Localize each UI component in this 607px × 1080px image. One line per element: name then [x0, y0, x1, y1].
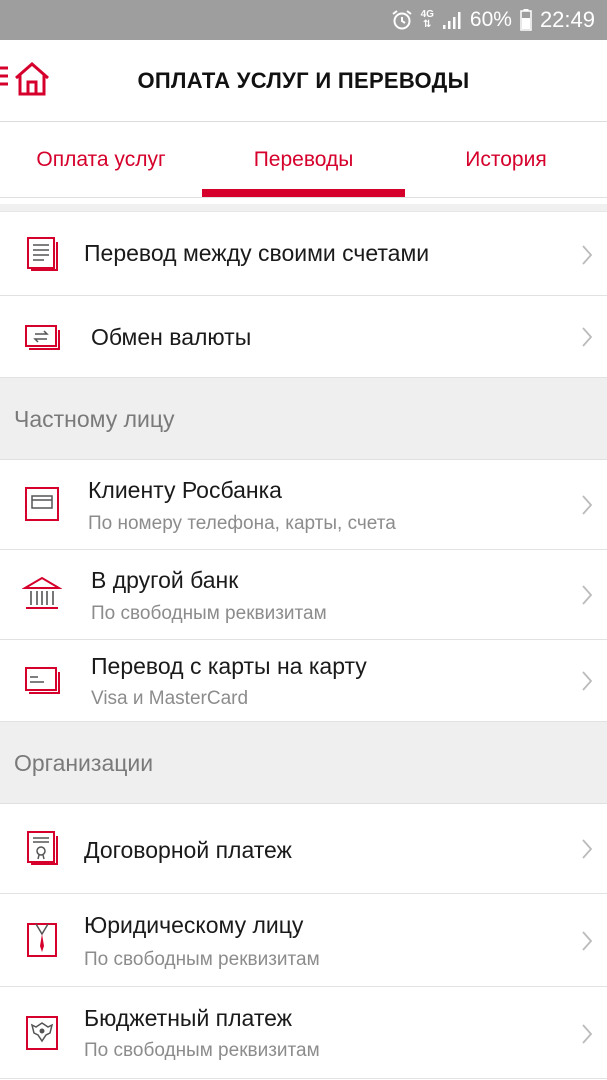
network-indicator: 4G ⇅ — [420, 9, 434, 30]
chevron-right-icon — [582, 245, 593, 265]
chevron-right-icon — [582, 495, 593, 515]
bank-icon — [22, 576, 62, 609]
item-subtitle: Visa и MasterCard — [91, 688, 249, 709]
status-bar: 4G ⇅ 60% 22:49 — [0, 0, 607, 40]
chevron-right-icon — [582, 585, 593, 605]
clock: 22:49 — [539, 7, 595, 32]
section-title: Частному лицу — [14, 406, 175, 432]
list-item-card-to-card[interactable]: Перевод с карты на карту Visa и MasterCa… — [0, 640, 607, 722]
item-title: Клиенту Росбанка — [88, 477, 282, 503]
item-title: Перевод с карты на карту — [91, 653, 367, 679]
document-icon — [27, 237, 58, 271]
item-title: Перевод между своими счетами — [84, 240, 430, 266]
item-title: В другой банк — [91, 567, 239, 593]
item-subtitle: По номеру телефона, карты, счета — [88, 513, 396, 534]
card-icon — [25, 667, 60, 694]
tab-selected-indicator — [202, 189, 405, 197]
item-subtitle: По свободным реквизитам — [84, 949, 320, 970]
chevron-right-icon — [582, 931, 593, 951]
chevron-right-icon — [582, 1024, 593, 1044]
list-item-contract-payment[interactable]: Договорной платеж — [0, 804, 607, 894]
contract-icon — [27, 831, 58, 865]
alarm-icon — [391, 10, 412, 30]
app-bar: ОПЛАТА УСЛУГ И ПЕРЕВОДЫ — [0, 40, 607, 122]
tab-bar: Оплата услуг Переводы История — [0, 122, 607, 198]
list-item-rosbank-client[interactable]: Клиенту Росбанка По номеру телефона, кар… — [0, 460, 607, 550]
chevron-right-icon — [582, 671, 593, 691]
item-title: Обмен валюты — [91, 324, 252, 350]
item-subtitle: По свободным реквизитам — [91, 603, 327, 624]
list-item-currency-exchange[interactable]: Обмен валюты — [0, 296, 607, 378]
list-item-own-accounts[interactable]: Перевод между своими счетами — [0, 212, 607, 296]
chevron-right-icon — [582, 327, 593, 347]
business-suit-icon — [27, 923, 57, 957]
transfer-list: Перевод между своими счетами Обмен валют… — [0, 204, 607, 1079]
divider — [0, 204, 607, 212]
tab-transfers[interactable]: Переводы — [202, 122, 405, 198]
list-item-budget-payment[interactable]: Бюджетный платеж По свободным реквизитам — [0, 987, 607, 1079]
chevron-right-icon — [582, 839, 593, 859]
item-title: Договорной платеж — [84, 837, 292, 863]
currency-exchange-icon — [25, 325, 60, 350]
tab-payments[interactable]: Оплата услуг — [0, 122, 202, 198]
tab-history[interactable]: История — [405, 122, 607, 198]
card-frame-icon — [25, 487, 59, 521]
item-title: Юридическому лицу — [84, 912, 304, 938]
section-title: Организации — [14, 750, 154, 776]
section-header-private: Частному лицу — [0, 378, 607, 460]
eagle-emblem-icon — [26, 1016, 58, 1050]
battery-percent: 60% — [469, 8, 512, 31]
section-header-organizations: Организации — [0, 722, 607, 804]
list-item-legal-entity[interactable]: Юридическому лицу По свободным реквизита… — [0, 894, 607, 987]
item-subtitle: По свободным реквизитам — [84, 1040, 320, 1061]
signal-icon — [442, 12, 461, 29]
list-item-other-bank[interactable]: В другой банк По свободным реквизитам — [0, 550, 607, 640]
page-title: ОПЛАТА УСЛУГ И ПЕРЕВОДЫ — [137, 68, 470, 93]
battery-icon — [520, 9, 532, 31]
item-title: Бюджетный платеж — [84, 1005, 293, 1031]
